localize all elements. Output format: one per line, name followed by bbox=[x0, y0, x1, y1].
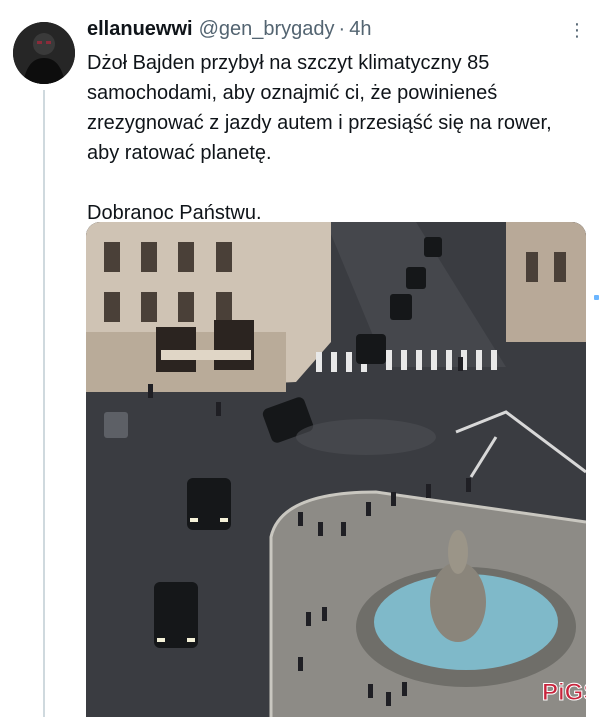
watermark-logo: PiGS bbox=[542, 679, 587, 707]
scroll-indicator bbox=[594, 295, 599, 300]
media-photo: PiGS bbox=[86, 222, 586, 717]
avatar-image bbox=[13, 22, 75, 84]
tweet-text-paragraph: Dżoł Bajden przybył na szczyt klimatyczn… bbox=[87, 52, 552, 164]
display-name[interactable]: ellanuewwi bbox=[87, 18, 193, 41]
svg-text:PiGS: PiGS bbox=[542, 679, 586, 706]
avatar[interactable] bbox=[13, 22, 75, 84]
thread-line bbox=[43, 90, 45, 717]
tweet-text: Dżoł Bajden przybył na szczyt klimatyczn… bbox=[87, 48, 567, 228]
tweet-header: ellanuewwi @gen_brygady · 4h bbox=[87, 18, 371, 44]
header-separator: · bbox=[338, 18, 346, 40]
tweet-timestamp[interactable]: 4h bbox=[349, 18, 371, 41]
more-vertical-icon[interactable]: ⋮ bbox=[568, 20, 586, 41]
tweet-media[interactable]: PiGS bbox=[86, 222, 586, 717]
user-handle[interactable]: @gen_brygady bbox=[199, 18, 335, 41]
